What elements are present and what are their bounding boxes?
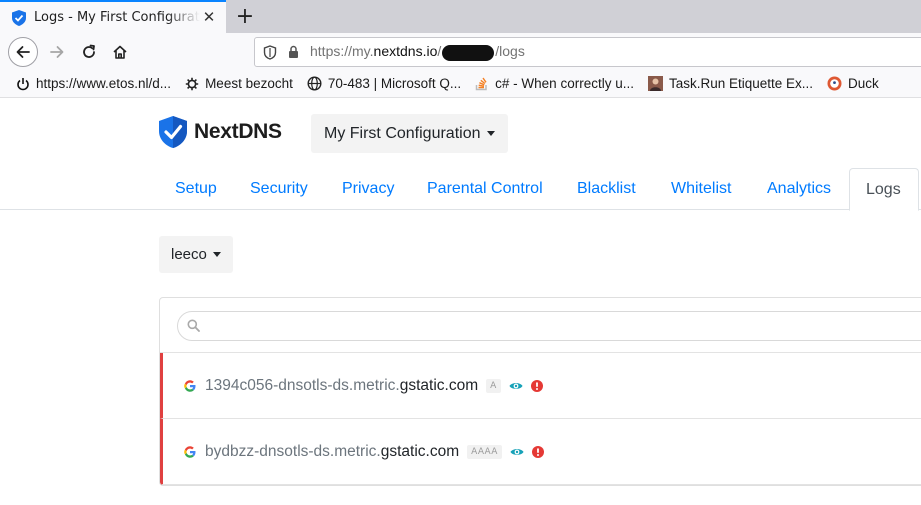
bookmark-label: https://www.etos.nl/d... [36,76,172,91]
tab-analytics[interactable]: Analytics [751,168,847,210]
reload-icon [83,44,95,58]
log-domain: 1394c056-dnsotls-ds.metric.gstatic.com [205,377,478,395]
reload-button[interactable] [74,37,104,67]
page-content: NextDNS My First Configuration Setup Sec… [0,98,921,505]
new-tab-button[interactable]: + [232,3,258,29]
tab-setup[interactable]: Setup [159,168,233,210]
arrow-right-icon [50,46,64,58]
log-root-domain: gstatic.com [399,376,479,394]
url-slash: / [437,43,442,60]
eye-icon[interactable] [509,381,523,391]
bookmark-label: Duck [848,76,879,91]
bookmark-meest-bezocht[interactable]: Meest bezocht [185,76,293,91]
url-text: https://my.nextdns.io/ /logs [310,43,525,61]
tab-title: Logs - My First Configuration [34,10,200,25]
google-icon [184,379,196,392]
home-icon [113,45,127,59]
log-domain: bydbzz-dnsotls-ds.metric.gstatic.com [205,443,459,461]
caret-down-icon [212,252,221,257]
url-prefix: https://my. [310,43,374,60]
nextdns-favicon-icon [12,9,26,26]
tab-close-icon[interactable]: ✕ [200,8,218,26]
log-subdomain: 1394c056-dnsotls-ds.metric. [205,376,400,394]
search-icon [187,319,200,332]
shield-icon [263,44,277,60]
duckduckgo-icon [827,76,842,91]
gear-icon [185,77,199,90]
stackoverflow-icon [475,77,487,91]
url-path: /logs [495,43,525,60]
bookmark-label: 70-483 | Microsoft Q... [327,76,462,91]
log-row[interactable]: 1394c056-dnsotls-ds.metric.gstatic.com A [160,353,921,419]
brand-logo[interactable]: NextDNS [158,115,282,149]
home-button[interactable] [105,37,135,67]
log-root-domain: gstatic.com [380,442,460,460]
nextdns-shield-icon [159,116,187,148]
globe-icon [307,76,322,91]
avatar-icon [647,76,663,91]
browser-tab-logs[interactable]: Logs - My First Configuration ✕ [0,0,226,33]
tab-blacklist[interactable]: Blacklist [561,168,652,210]
device-dropdown[interactable]: leeco [159,236,233,273]
tab-whitelist[interactable]: Whitelist [655,168,747,210]
bookmark-csharp[interactable]: c# - When correctly u... [475,76,634,91]
caret-down-icon [486,131,495,136]
search-input[interactable] [177,311,921,341]
lock-icon [289,45,298,58]
query-type-badge: A [486,378,501,393]
forward-button[interactable] [42,37,72,67]
bookmark-label: Meest bezocht [205,76,293,91]
browser-toolbar: https://my.nextdns.io/ /logs [0,33,921,70]
url-host: nextdns.io [373,43,438,60]
browser-tab-strip: Logs - My First Configuration ✕ + [0,0,921,33]
tab-parental-control[interactable]: Parental Control [411,168,559,210]
tab-privacy[interactable]: Privacy [326,168,410,210]
bookmark-70-483[interactable]: 70-483 | Microsoft Q... [307,76,461,91]
tab-security[interactable]: Security [234,168,324,210]
redacted-segment [442,44,495,61]
bookmark-taskrun[interactable]: Task.Run Etiquette Ex... [647,76,814,91]
configuration-dropdown[interactable]: My First Configuration [311,114,508,153]
device-dropdown-label: leeco [171,246,207,263]
bookmark-label: Task.Run Etiquette Ex... [668,76,814,91]
power-icon [17,77,29,90]
address-bar[interactable]: https://my.nextdns.io/ /logs [254,37,921,67]
blocked-info-icon[interactable] [531,445,544,458]
arrow-left-icon [16,46,30,58]
configuration-dropdown-label: My First Configuration [324,124,481,142]
bookmark-label: c# - When correctly u... [495,76,634,91]
tab-logs[interactable]: Logs [849,168,919,211]
bookmarks-bar: https://www.etos.nl/d... Meest bezocht 7… [0,70,921,98]
query-type-badge: AAAA [467,444,502,459]
bookmark-duck[interactable]: Duck [827,76,879,91]
blocked-info-icon[interactable] [530,379,543,392]
search-bar [160,298,921,353]
log-subdomain: bydbzz-dnsotls-ds.metric. [205,442,381,460]
google-icon [184,445,196,458]
back-button[interactable] [8,37,38,67]
logs-card: 1394c056-dnsotls-ds.metric.gstatic.com A… [159,297,921,486]
brand-name: NextDNS [194,120,282,143]
nav-tabs: Setup Security Privacy Parental Control … [0,168,921,211]
eye-icon[interactable] [510,447,524,457]
log-row[interactable]: bydbzz-dnsotls-ds.metric.gstatic.com AAA… [160,419,921,485]
bookmark-etos[interactable]: https://www.etos.nl/d... [16,76,171,91]
